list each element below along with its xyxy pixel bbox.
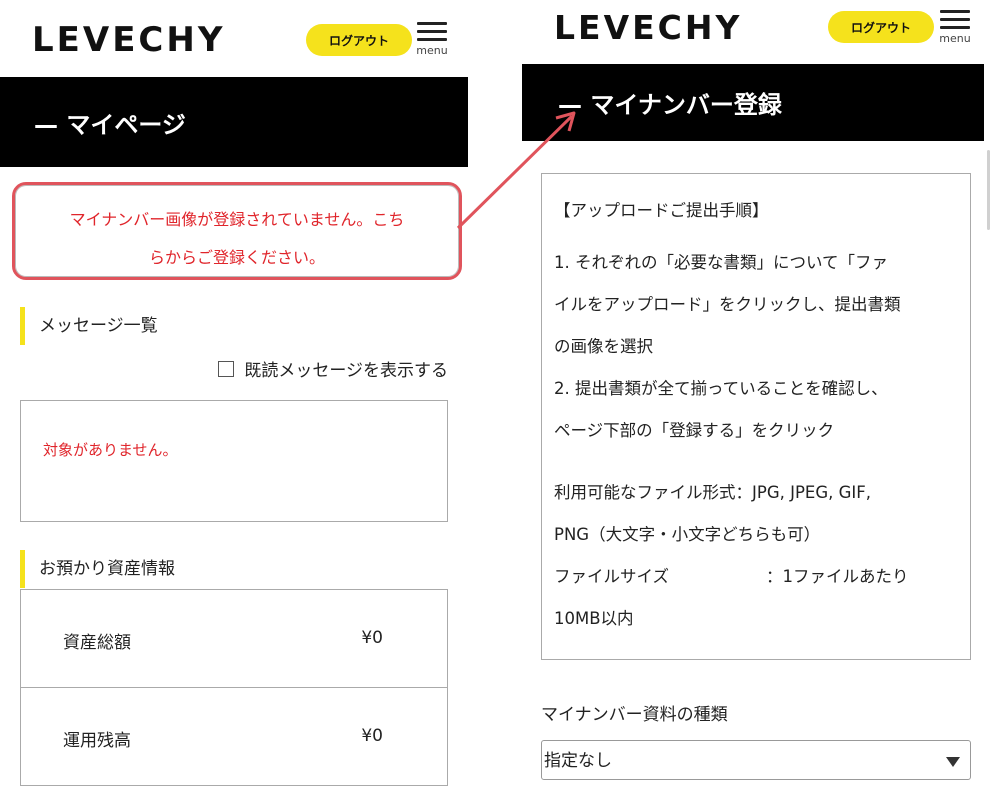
step2-line-b: ページ下部の「登録する」をクリック xyxy=(554,421,835,440)
show-read-toggle[interactable]: 既読メッセージを表示する xyxy=(218,356,448,381)
brand-logo: LEVECHY xyxy=(32,20,226,60)
hamburger-icon xyxy=(938,10,972,29)
show-read-checkbox[interactable] xyxy=(218,360,235,377)
logout-button[interactable]: ログアウト xyxy=(828,11,934,43)
step1-line-b: イルをアップロード」をクリックし、提出書類 xyxy=(554,295,901,314)
show-read-label: 既読メッセージを表示する xyxy=(244,361,448,381)
asset-row: 運用残高 ¥0 xyxy=(21,688,447,786)
instructions-title: 【アップロードご提出手順】 xyxy=(554,201,769,220)
mynumber-alert-link[interactable]: マイナンバー画像が登録されていません。こち らからご登録ください。 xyxy=(12,182,462,280)
doc-type-selected: 指定なし xyxy=(544,751,612,771)
formats-line-a: 利用可能なファイル形式：JPG, JPEG, GIF, xyxy=(554,483,871,502)
message-list: 対象がありません。 xyxy=(20,400,448,522)
assets-heading: お預かり資産情報 xyxy=(20,550,175,588)
asset-label: 運用残高 xyxy=(63,731,131,751)
hamburger-icon xyxy=(415,22,449,41)
menu-label: menu xyxy=(416,44,448,57)
menu-button[interactable]: menu xyxy=(938,10,972,45)
doc-type-select[interactable]: 指定なし xyxy=(541,740,971,780)
page-title: — マイナンバー登録 xyxy=(558,91,782,119)
messages-heading: メッセージ一覧 xyxy=(20,307,158,345)
page-title-band: — マイページ xyxy=(0,77,468,167)
file-size-value-b: 10MB以内 xyxy=(554,609,634,628)
page-title-band: — マイナンバー登録 xyxy=(522,64,984,141)
step1-line-a: 1. それぞれの「必要な書類」について「ファ xyxy=(554,253,888,272)
dropdown-arrow-icon xyxy=(946,757,960,767)
file-size-value: ：1ファイルあたり xyxy=(766,567,909,586)
alert-line-2: らからご登録ください。 xyxy=(148,248,325,267)
page-title: — マイページ xyxy=(34,110,186,139)
asset-label: 資産総額 xyxy=(63,633,131,653)
asset-table: 資産総額 ¥0 運用残高 ¥0 xyxy=(20,589,448,786)
upload-instructions: 【アップロードご提出手順】 1. それぞれの「必要な書類」について「ファ イルを… xyxy=(541,173,971,660)
brand-logo: LEVECHY xyxy=(554,8,743,47)
mypage-screen: LEVECHY ログアウト menu — マイページ マイナンバー画像が登録され… xyxy=(0,0,468,787)
asset-value: ¥0 xyxy=(361,726,383,746)
asset-row: 資産総額 ¥0 xyxy=(21,590,447,688)
asset-value: ¥0 xyxy=(361,628,383,648)
step1-line-c: の画像を選択 xyxy=(554,337,653,356)
file-size-line: ファイルサイズ ：1ファイルあたり xyxy=(554,556,958,598)
logout-button[interactable]: ログアウト xyxy=(306,24,412,56)
empty-message: 対象がありません。 xyxy=(43,441,178,459)
formats-line-b: PNG（大文字・小文字どちらも可） xyxy=(554,525,821,544)
doc-type-label: マイナンバー資料の種類 xyxy=(541,705,728,725)
alert-text: マイナンバー画像が登録されていません。こち らからご登録ください。 xyxy=(15,201,459,277)
alert-line-1: マイナンバー画像が登録されていません。こち xyxy=(69,210,405,229)
step2-line-a: 2. 提出書類が全て揃っていることを確認し、 xyxy=(554,379,888,398)
menu-button[interactable]: menu xyxy=(415,22,449,57)
menu-label: menu xyxy=(939,32,971,45)
file-size-label: ファイルサイズ xyxy=(554,567,670,586)
